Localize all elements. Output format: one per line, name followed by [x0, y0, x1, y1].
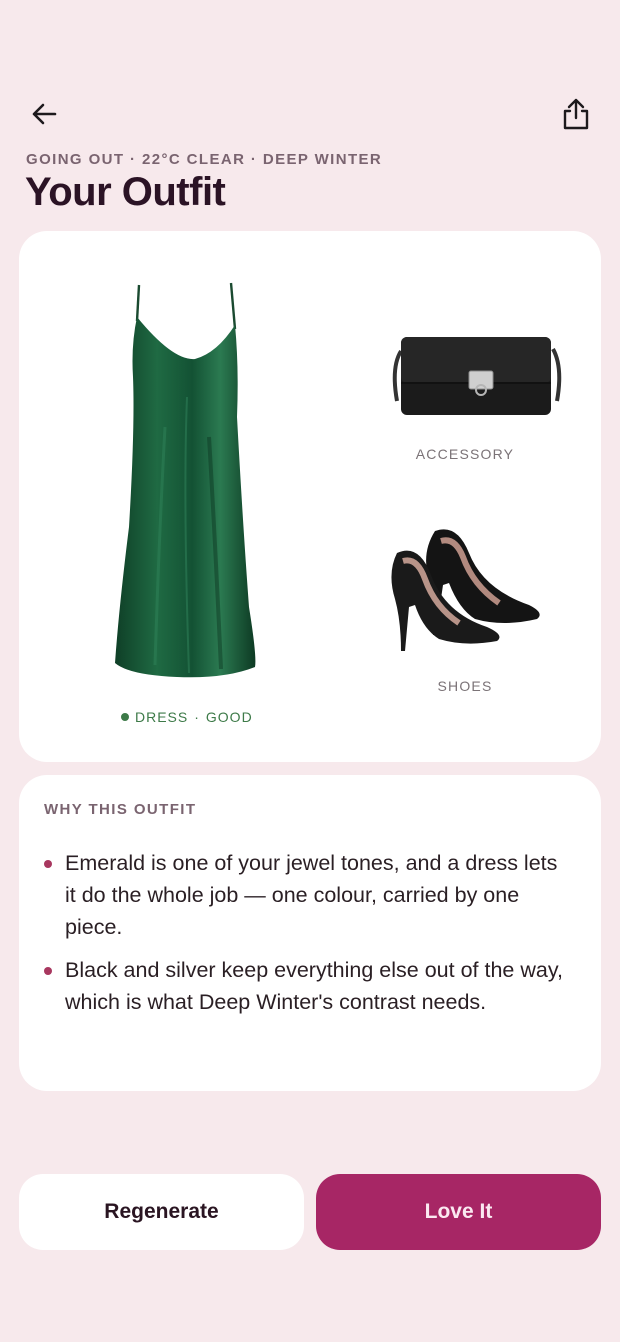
- dress-item[interactable]: [89, 277, 259, 697]
- dress-category: DRESS: [135, 709, 189, 725]
- accessory-label: ACCESSORY: [415, 446, 515, 462]
- arrow-left-icon: [32, 103, 57, 125]
- why-card: WHY THIS OUTFIT Emerald is one of your j…: [19, 775, 601, 1091]
- dress-caption: DRESS · GOOD: [121, 709, 253, 725]
- reason-item: Emerald is one of your jewel tones, and …: [44, 847, 571, 943]
- regenerate-button[interactable]: Regenerate: [19, 1174, 304, 1250]
- context-eyebrow: GOING OUT · 22°C CLEAR · DEEP WINTER: [26, 151, 383, 168]
- why-heading: WHY THIS OUTFIT: [44, 801, 197, 818]
- love-it-button[interactable]: Love It: [316, 1174, 601, 1250]
- reason-item: Black and silver keep everything else ou…: [44, 954, 571, 1018]
- accessory-item[interactable]: [387, 327, 567, 427]
- reason-text: Black and silver keep everything else ou…: [65, 958, 563, 1014]
- caption-separator: ·: [194, 709, 200, 725]
- shoes-label: SHOES: [437, 678, 493, 694]
- heels-image: [391, 529, 540, 651]
- dress-image: [115, 282, 256, 678]
- back-button[interactable]: [22, 92, 66, 136]
- bullet-icon: [44, 860, 52, 868]
- reason-text: Emerald is one of your jewel tones, and …: [65, 851, 558, 939]
- share-icon: [563, 98, 589, 130]
- share-button[interactable]: [554, 92, 598, 136]
- shoes-item[interactable]: [383, 523, 563, 653]
- outfit-card: DRESS · GOOD ACCESSORY SHOES: [19, 231, 601, 762]
- page-title: Your Outfit: [25, 170, 226, 214]
- reasons-list: Emerald is one of your jewel tones, and …: [44, 847, 571, 1029]
- clutch-bag-image: [392, 337, 562, 415]
- top-bar: [26, 92, 594, 136]
- rating-dot-icon: [121, 713, 129, 721]
- bullet-icon: [44, 967, 52, 975]
- dress-rating: GOOD: [205, 709, 253, 725]
